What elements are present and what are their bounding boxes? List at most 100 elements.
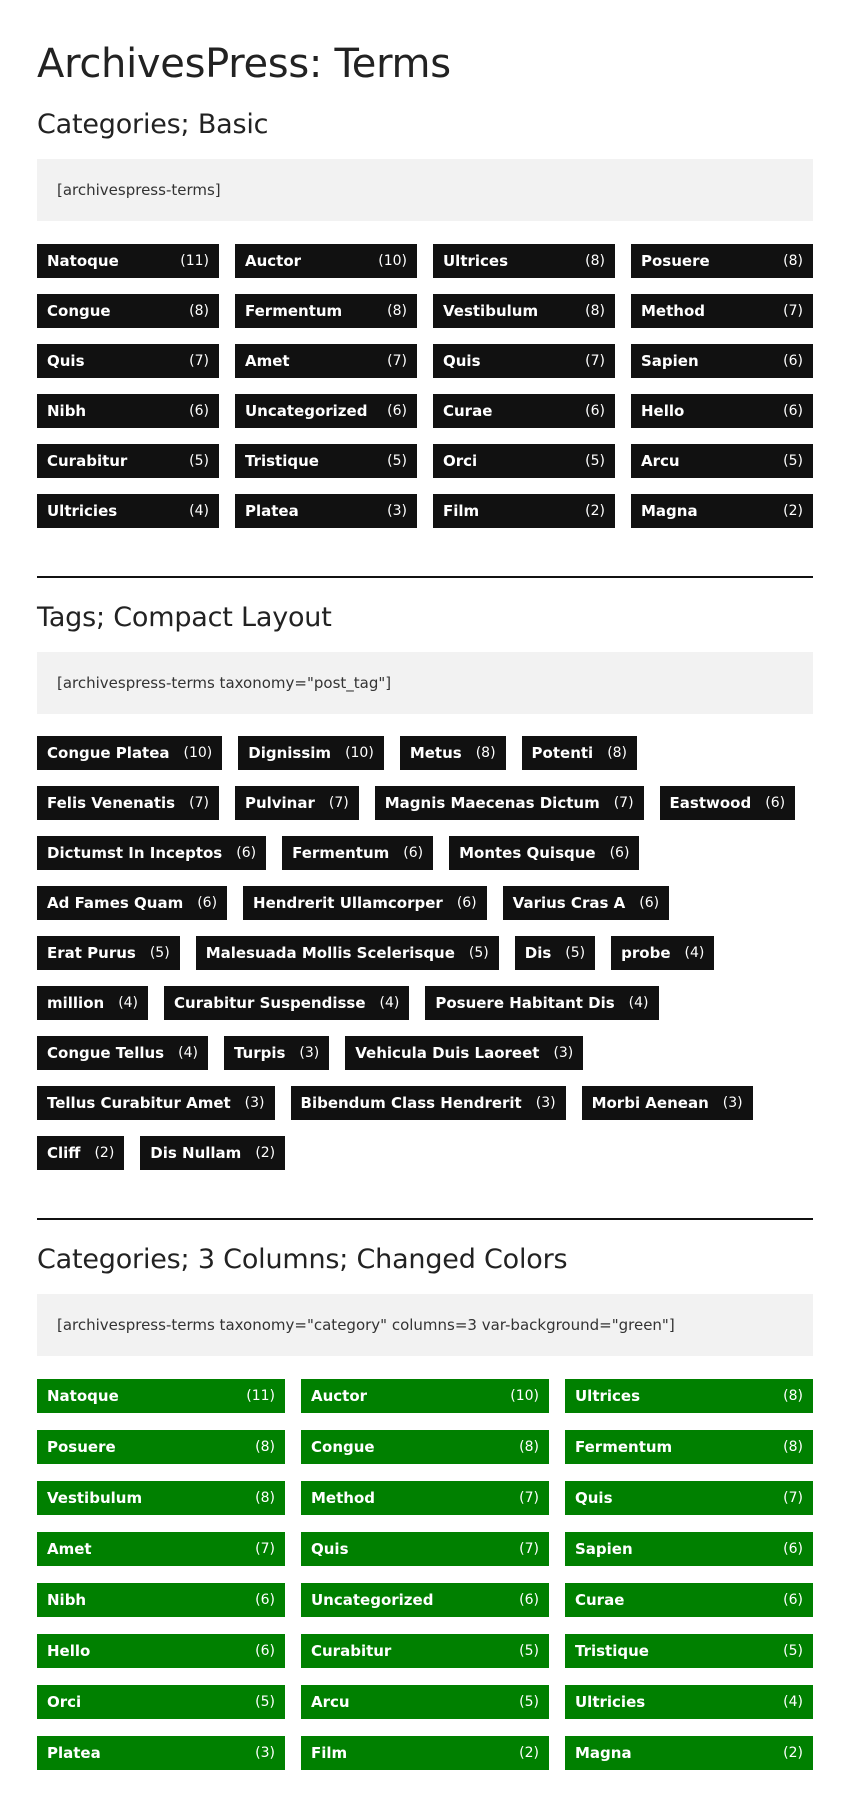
term-link[interactable]: Method (7) <box>631 294 813 328</box>
term-link[interactable]: Nibh (6) <box>37 394 219 428</box>
term-count: (6) <box>783 1592 803 1608</box>
term-link[interactable]: Ultrices (8) <box>433 244 615 278</box>
tag-link[interactable]: Dis Nullam (2) <box>140 1136 286 1170</box>
term-name: Natoque <box>47 252 119 270</box>
tag-link[interactable]: Fermentum (6) <box>282 836 434 870</box>
term-link[interactable]: Platea (3) <box>37 1736 285 1770</box>
term-link[interactable]: Curabitur (5) <box>37 444 219 478</box>
term-name: Dis Nullam <box>150 1144 242 1162</box>
term-count: (4) <box>178 1045 198 1061</box>
tag-link[interactable]: Bibendum Class Hendrerit (3) <box>290 1086 566 1120</box>
term-link[interactable]: Quis (7) <box>301 1532 549 1566</box>
term-name: Dictumst In Inceptos <box>47 844 223 862</box>
tag-link[interactable]: Metus (8) <box>399 736 506 770</box>
tag-link[interactable]: Congue Tellus (4) <box>37 1036 208 1070</box>
term-link[interactable]: Tristique (5) <box>235 444 417 478</box>
tag-link[interactable]: Erat Purus (5) <box>37 936 180 970</box>
term-name: Curae <box>575 1591 625 1609</box>
term-link[interactable]: Magna (2) <box>631 494 813 528</box>
term-link[interactable]: Vestibulum (8) <box>37 1481 285 1515</box>
term-link[interactable]: Ultricies (4) <box>37 494 219 528</box>
term-link[interactable]: Quis (7) <box>433 344 615 378</box>
term-link[interactable]: Sapien (6) <box>565 1532 813 1566</box>
term-link[interactable]: Magna (2) <box>565 1736 813 1770</box>
term-link[interactable]: Posuere (8) <box>37 1430 285 1464</box>
term-count: (5) <box>783 1643 803 1659</box>
term-link[interactable]: Vestibulum (8) <box>433 294 615 328</box>
tag-link[interactable]: Posuere Habitant Dis (4) <box>425 986 659 1020</box>
term-count: (5) <box>149 945 170 961</box>
term-link[interactable]: Orci (5) <box>37 1685 285 1719</box>
term-link[interactable]: Congue (8) <box>301 1430 549 1464</box>
tag-link[interactable]: Curabitur Suspendisse (4) <box>164 986 410 1020</box>
term-link[interactable]: Method (7) <box>301 1481 549 1515</box>
term-link[interactable]: Fermentum (8) <box>235 294 417 328</box>
tag-link[interactable]: Varius Cras A (6) <box>502 886 670 920</box>
tag-link[interactable]: Dis (5) <box>514 936 596 970</box>
term-link[interactable]: Uncategorized (6) <box>235 394 417 428</box>
term-link[interactable]: Arcu (5) <box>631 444 813 478</box>
tag-link[interactable]: Vehicula Duis Laoreet (3) <box>345 1036 584 1070</box>
term-link[interactable]: Platea (3) <box>235 494 417 528</box>
term-count: (4) <box>189 503 209 519</box>
term-link[interactable]: Quis (7) <box>565 1481 813 1515</box>
tag-link[interactable]: Eastwood (6) <box>659 786 796 820</box>
term-link[interactable]: Uncategorized (6) <box>301 1583 549 1617</box>
term-link[interactable]: Hello (6) <box>631 394 813 428</box>
term-link[interactable]: Hello (6) <box>37 1634 285 1668</box>
term-name: Hendrerit Ullamcorper <box>253 894 443 912</box>
tag-link[interactable]: Pulvinar (7) <box>234 786 359 820</box>
tag-link[interactable]: Montes Quisque (6) <box>449 836 640 870</box>
tag-link[interactable]: Cliff (2) <box>37 1136 125 1170</box>
term-name: Uncategorized <box>245 402 368 420</box>
tag-link[interactable]: million (4) <box>37 986 149 1020</box>
tag-link[interactable]: Turpis (3) <box>223 1036 330 1070</box>
term-name: Orci <box>443 452 478 470</box>
term-count: (8) <box>607 745 628 761</box>
tag-link[interactable]: Tellus Curabitur Amet (3) <box>37 1086 275 1120</box>
tag-link[interactable]: Dignissim (10) <box>238 736 384 770</box>
term-link[interactable]: Film (2) <box>433 494 615 528</box>
term-name: Potenti <box>531 744 594 762</box>
term-link[interactable]: Ultricies (4) <box>565 1685 813 1719</box>
term-link[interactable]: Ultrices (8) <box>565 1379 813 1413</box>
tag-link[interactable]: Morbi Aenean (3) <box>581 1086 753 1120</box>
tag-link[interactable]: Malesuada Mollis Scelerisque (5) <box>195 936 499 970</box>
term-link[interactable]: Quis (7) <box>37 344 219 378</box>
term-link[interactable]: Curae (6) <box>433 394 615 428</box>
term-link[interactable]: Auctor (10) <box>301 1379 549 1413</box>
term-name: Posuere <box>641 252 710 270</box>
tag-link[interactable]: probe (4) <box>611 936 715 970</box>
term-link[interactable]: Nibh (6) <box>37 1583 285 1617</box>
term-link[interactable]: Natoque (11) <box>37 1379 285 1413</box>
term-name: Varius Cras A <box>512 894 626 912</box>
term-link[interactable]: Fermentum (8) <box>565 1430 813 1464</box>
section-divider <box>37 1218 813 1220</box>
tag-link[interactable]: Hendrerit Ullamcorper (6) <box>243 886 487 920</box>
term-link[interactable]: Arcu (5) <box>301 1685 549 1719</box>
term-name: Dis <box>524 944 552 962</box>
term-count: (3) <box>535 1095 556 1111</box>
term-link[interactable]: Tristique (5) <box>565 1634 813 1668</box>
term-link[interactable]: Film (2) <box>301 1736 549 1770</box>
term-link[interactable]: Orci (5) <box>433 444 615 478</box>
tag-link[interactable]: Ad Fames Quam (6) <box>37 886 228 920</box>
term-link[interactable]: Amet (7) <box>37 1532 285 1566</box>
term-link[interactable]: Congue (8) <box>37 294 219 328</box>
term-link[interactable]: Curabitur (5) <box>301 1634 549 1668</box>
term-link[interactable]: Auctor (10) <box>235 244 417 278</box>
section-heading-tags-compact: Tags; Compact Layout <box>37 602 332 633</box>
tag-link[interactable]: Felis Venenatis (7) <box>37 786 219 820</box>
tag-link[interactable]: Congue Platea (10) <box>37 736 223 770</box>
tag-link[interactable]: Magnis Maecenas Dictum (7) <box>374 786 644 820</box>
term-link[interactable]: Posuere (8) <box>631 244 813 278</box>
term-link[interactable]: Curae (6) <box>565 1583 813 1617</box>
term-link[interactable]: Natoque (11) <box>37 244 219 278</box>
tag-link[interactable]: Dictumst In Inceptos (6) <box>37 836 267 870</box>
section-heading-categories-basic: Categories; Basic <box>37 109 269 140</box>
tag-link[interactable]: Potenti (8) <box>521 736 638 770</box>
term-link[interactable]: Sapien (6) <box>631 344 813 378</box>
term-link[interactable]: Amet (7) <box>235 344 417 378</box>
term-count: (6) <box>783 1541 803 1557</box>
term-count: (8) <box>475 745 496 761</box>
